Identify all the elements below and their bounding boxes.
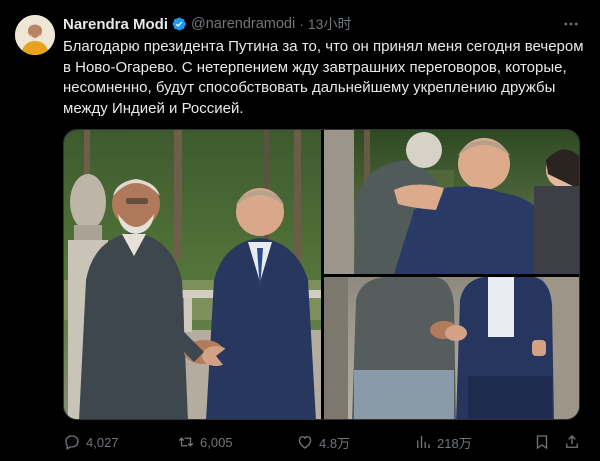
repost-button[interactable]: 6,005 [177, 433, 233, 451]
media-gallery [63, 129, 580, 420]
repost-icon [178, 437, 194, 447]
tweet: Narendra Modi @narendramodi · 13小时 Благо… [0, 0, 600, 461]
action-bar: 4,027 6,005 4.8万 218万 [63, 430, 583, 454]
post-text: Благодарю президента Путина за то, что о… [63, 38, 584, 117]
share-button[interactable] [563, 433, 581, 451]
author-avatar[interactable] [15, 15, 55, 55]
reply-icon [65, 435, 79, 450]
bookmark-icon [536, 435, 548, 450]
views-button[interactable]: 218万 [414, 433, 472, 452]
media-photo-1[interactable] [64, 130, 321, 420]
repost-count: 6,005 [200, 434, 233, 450]
separator-dot: · [299, 16, 304, 32]
author-display-name[interactable]: Narendra Modi [63, 16, 168, 33]
views-icon [417, 436, 430, 448]
heart-icon [298, 436, 312, 449]
post-timestamp[interactable]: 13小时 [308, 14, 352, 34]
reply-count: 4,027 [86, 434, 119, 450]
view-count: 218万 [437, 435, 472, 451]
author-handle[interactable]: @narendramodi [191, 16, 295, 32]
media-photo-2[interactable] [324, 130, 580, 274]
like-button[interactable]: 4.8万 [296, 433, 350, 452]
media-photo-3[interactable] [324, 277, 580, 420]
more-options-button[interactable] [560, 14, 582, 34]
post-header: Narendra Modi @narendramodi · 13小时 [63, 14, 351, 34]
verified-badge-icon [171, 16, 187, 32]
reply-button[interactable]: 4,027 [63, 433, 119, 451]
share-icon [566, 435, 578, 448]
bookmark-button[interactable] [533, 433, 551, 451]
like-count: 4.8万 [319, 435, 351, 451]
avatar-image [15, 15, 55, 55]
more-horizontal-icon [564, 22, 578, 26]
